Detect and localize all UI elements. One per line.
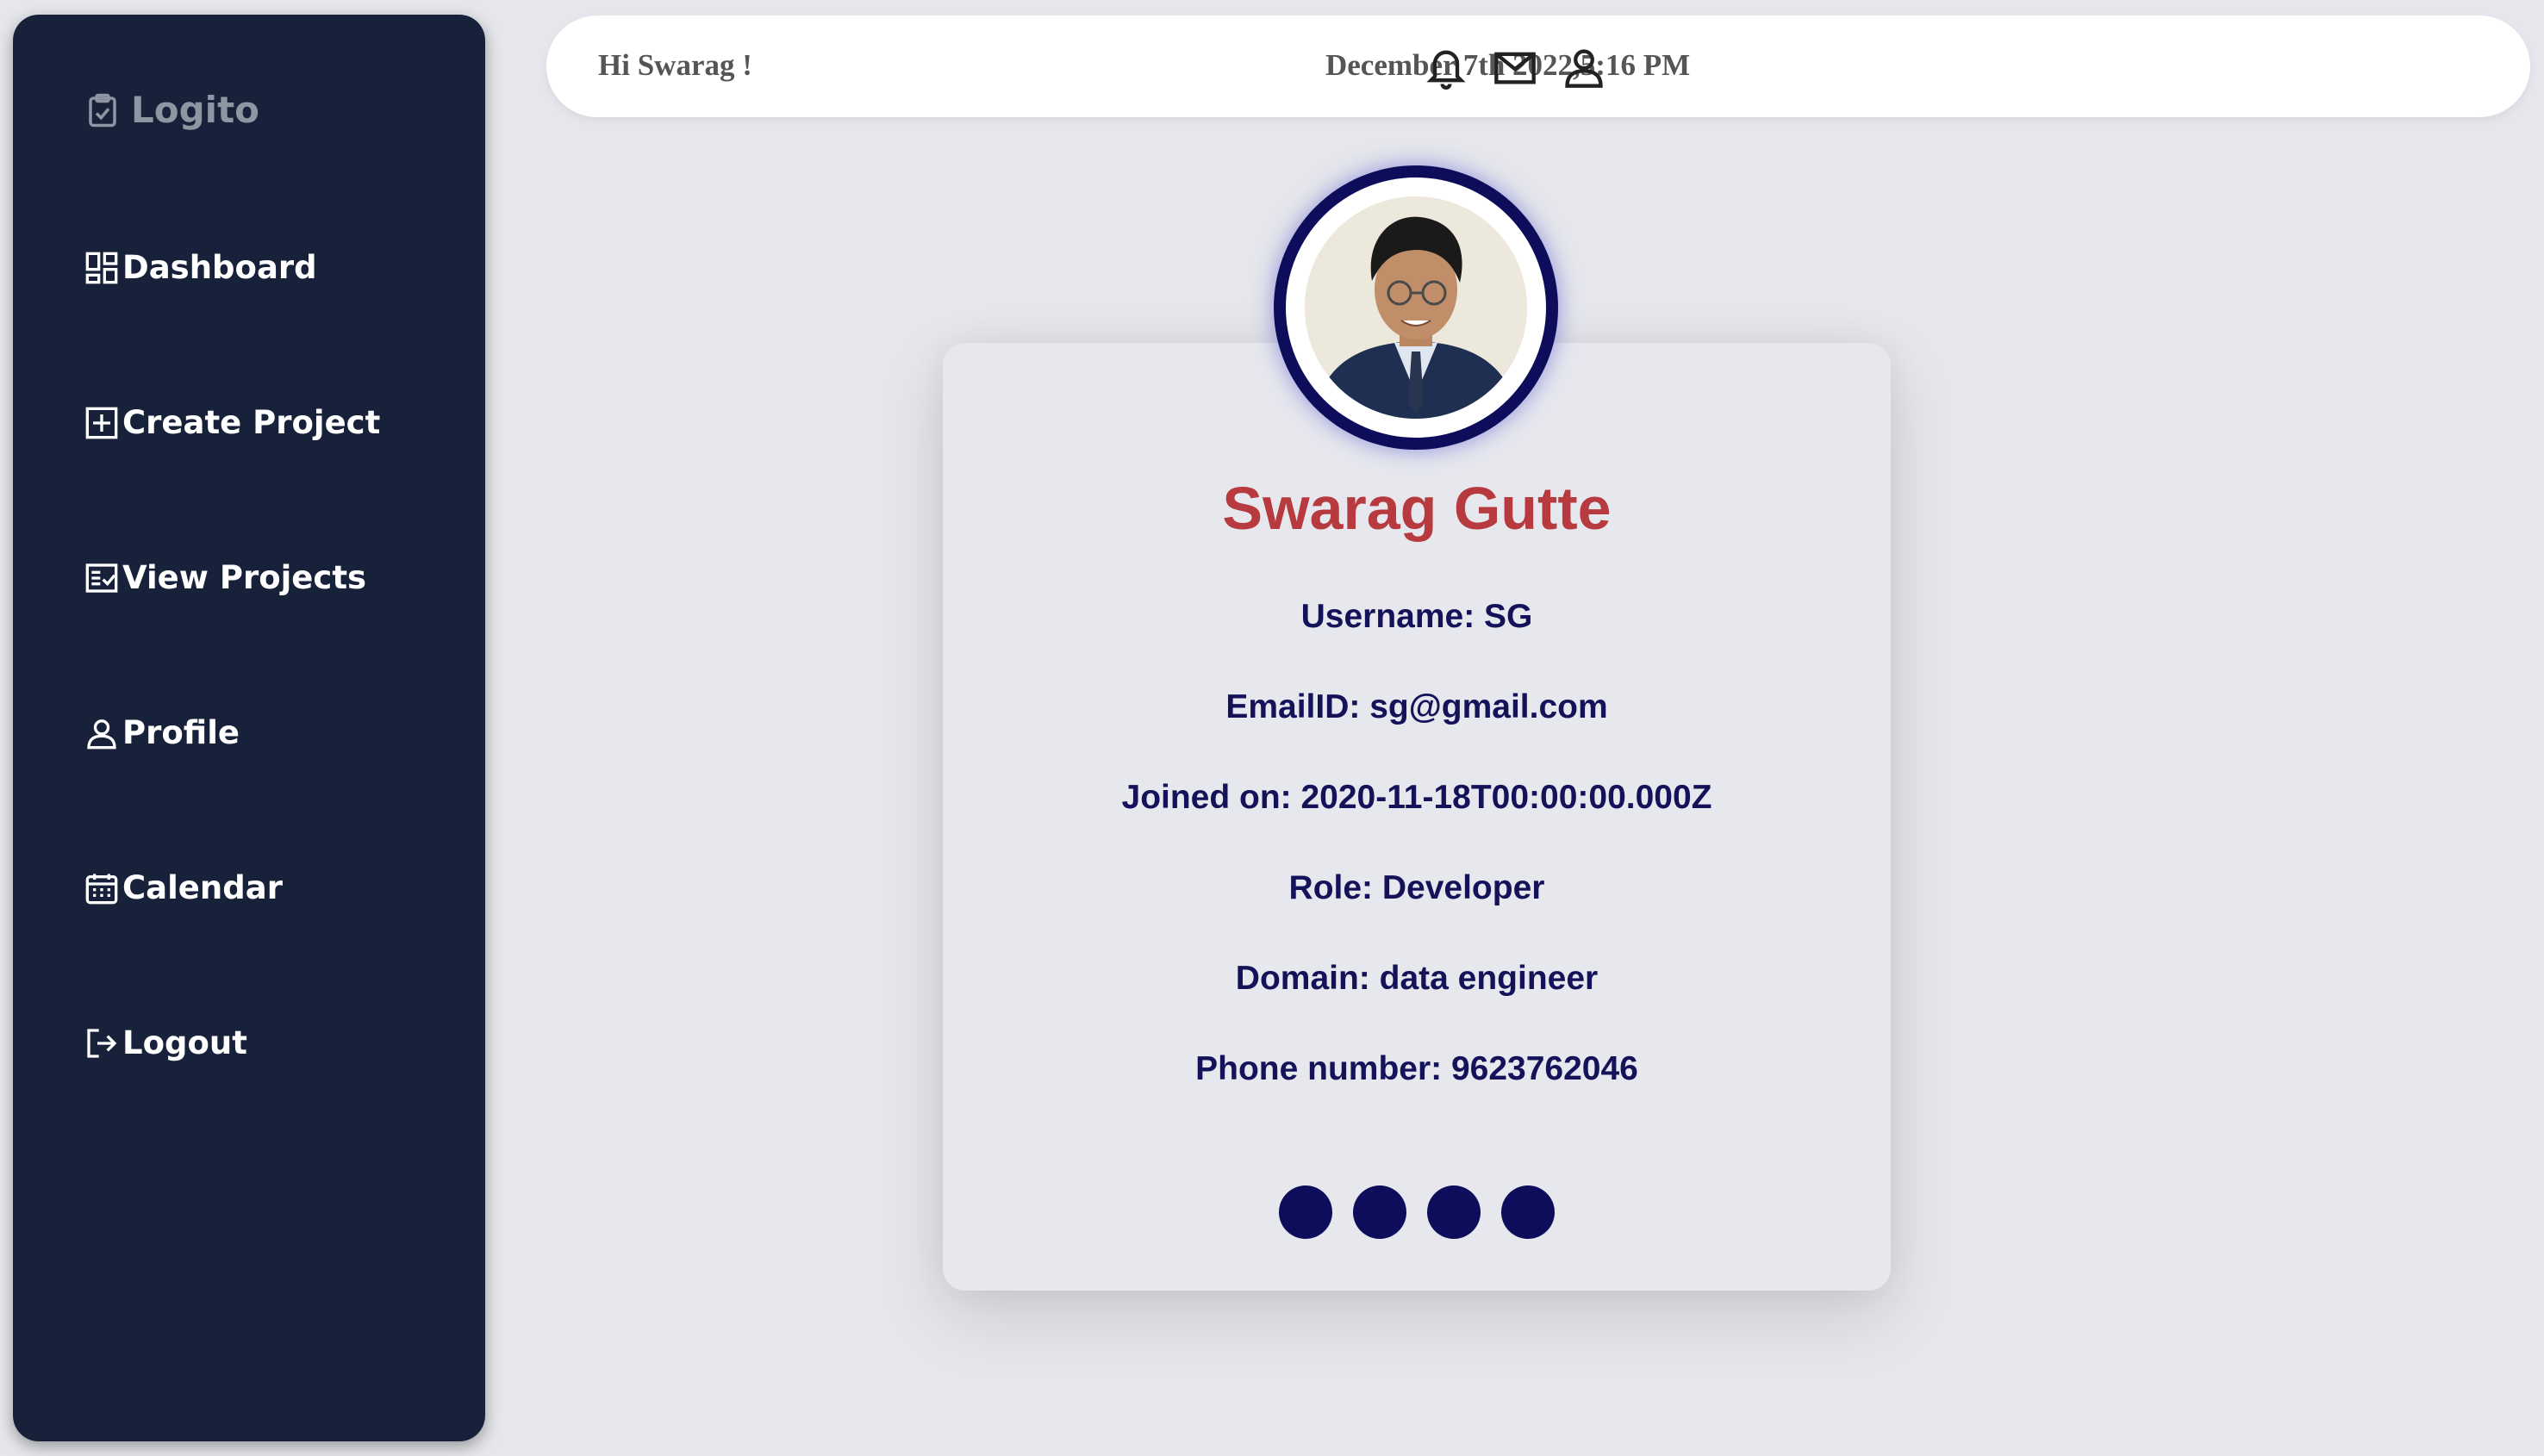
- phone-text: Phone number: 9623762046: [1195, 1050, 1638, 1087]
- sidebar-item-label: View Projects: [122, 559, 367, 596]
- avatar-border: [1286, 177, 1546, 438]
- avatar: [1274, 165, 1558, 450]
- social-link-4[interactable]: [1501, 1185, 1555, 1239]
- user-icon[interactable]: [1562, 45, 1606, 90]
- social-link-1[interactable]: [1279, 1185, 1332, 1239]
- dashboard-icon: [85, 252, 118, 283]
- sidebar-item-label: Profile: [122, 714, 240, 751]
- sidebar-item-label: Dashboard: [122, 249, 317, 286]
- sidebar-item-label: Calendar: [122, 869, 283, 906]
- person-portrait: [1305, 196, 1527, 419]
- profile-photo: [1305, 196, 1527, 419]
- sidebar-item-create-project[interactable]: Create Project: [84, 404, 380, 441]
- social-link-2[interactable]: [1353, 1185, 1406, 1239]
- domain-text: Domain: data engineer: [1235, 960, 1599, 997]
- bell-icon[interactable]: [1424, 45, 1468, 90]
- profile-name: Swarag Gutte: [1222, 475, 1612, 542]
- sidebar-item-logout[interactable]: Logout: [84, 1024, 247, 1061]
- sidebar-item-dashboard[interactable]: Dashboard: [84, 249, 317, 286]
- plus-square-icon: [85, 407, 118, 439]
- email-text: EmailID: sg@gmail.com: [1225, 688, 1608, 725]
- brand-logo[interactable]: Logito: [84, 89, 259, 131]
- user-icon: [87, 719, 116, 749]
- logout-icon: [87, 1028, 117, 1058]
- calendar-icon: [85, 873, 118, 904]
- mail-icon[interactable]: [1493, 45, 1537, 90]
- joined-date-text: Joined on: 2020-11-18T00:00:00.000Z: [1121, 779, 1712, 816]
- top-header: Hi Swarag ! December 7th 2022,5:16 PM: [546, 16, 2530, 117]
- sidebar-item-label: Logout: [122, 1024, 247, 1061]
- sidebar-item-calendar[interactable]: Calendar: [84, 869, 283, 906]
- sidebar-item-profile[interactable]: Profile: [84, 714, 240, 751]
- role-text: Role: Developer: [1288, 869, 1545, 906]
- sidebar-item-view-projects[interactable]: View Projects: [84, 559, 366, 596]
- checklist-icon: [85, 563, 118, 593]
- social-link-3[interactable]: [1427, 1185, 1481, 1239]
- username-text: Username: SG: [1300, 598, 1533, 635]
- greeting-text: Hi Swarag !: [598, 48, 752, 82]
- brand-name: Logito: [131, 89, 260, 131]
- clipboard-icon: [89, 93, 116, 127]
- sidebar-item-label: Create Project: [122, 404, 381, 441]
- sidebar: Logito Dashboard Create Project View Pro…: [13, 15, 485, 1441]
